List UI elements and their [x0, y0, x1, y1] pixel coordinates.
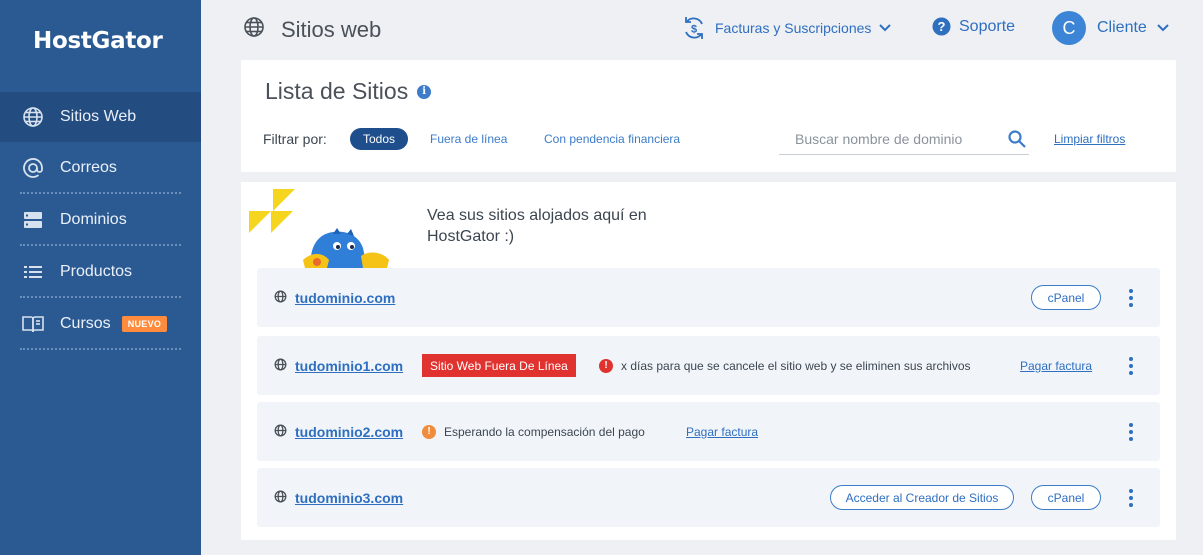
site-row: tudominio2.com ! Esperando la compensaci…	[257, 402, 1160, 461]
site-domain-link[interactable]: tudominio1.com	[295, 358, 403, 374]
svg-text:$: $	[691, 24, 697, 36]
warning-icon: !	[422, 424, 436, 439]
sites-card: Vea sus sitios alojados aquí en HostGato…	[241, 182, 1176, 540]
support-link[interactable]: ? Soporte	[932, 17, 1015, 36]
status-badge: Sitio Web Fuera De Línea	[422, 354, 576, 377]
page-title: Sitios web	[243, 16, 381, 44]
gator-mascot-illustration	[303, 228, 389, 268]
decorative-triangles	[249, 189, 295, 233]
site-row: tudominio.com cPanel	[257, 268, 1160, 327]
sidebar-item-correos[interactable]: Correos	[0, 142, 201, 194]
site-row: tudominio3.com Acceder al Creador de Sit…	[257, 468, 1160, 527]
globe-icon	[274, 290, 287, 308]
sidebar-item-label: Sitios Web	[60, 108, 137, 125]
new-badge: NUEVO	[121, 316, 168, 332]
book-icon	[21, 312, 45, 336]
error-icon: !	[599, 358, 613, 373]
payment-pending-text: Esperando la compensación del pago	[444, 424, 645, 439]
sidebar: HostGator Sitios Web Correos Dominios Pr…	[0, 0, 201, 555]
top-bar: Sitios web $ Facturas y Suscripciones ? …	[201, 0, 1203, 58]
site-builder-button[interactable]: Acceder al Creador de Sitios	[830, 485, 1014, 510]
page-title-text: Sitios web	[281, 17, 382, 42]
pay-invoice-link[interactable]: Pagar factura	[1020, 359, 1092, 373]
cpanel-button[interactable]: cPanel	[1031, 485, 1101, 510]
sidebar-item-label: Dominios	[60, 211, 127, 228]
user-menu[interactable]: C Cliente	[1052, 11, 1169, 45]
site-list-filter-card: Lista de Sitios i Filtrar por: Todos Fue…	[241, 60, 1176, 172]
site-domain-link[interactable]: tudominio.com	[295, 290, 395, 306]
more-options-icon[interactable]	[1128, 488, 1134, 507]
filter-label: Filtrar por:	[263, 131, 327, 147]
sidebar-item-dominios[interactable]: Dominios	[0, 194, 201, 246]
sidebar-item-productos[interactable]: Productos	[0, 246, 201, 298]
avatar: C	[1052, 11, 1086, 45]
sidebar-nav: Sitios Web Correos Dominios Productos Cu…	[0, 92, 201, 350]
sidebar-item-label: Correos	[60, 159, 117, 176]
filter-chip-offline[interactable]: Fuera de línea	[417, 128, 520, 150]
more-options-icon[interactable]	[1128, 288, 1134, 307]
support-label: Soporte	[959, 17, 1016, 35]
user-label: Cliente	[1097, 19, 1147, 36]
more-options-icon[interactable]	[1128, 356, 1134, 375]
promo-text: Vea sus sitios alojados aquí en HostGato…	[427, 207, 647, 245]
domain-search	[779, 124, 1029, 155]
site-domain-link[interactable]: tudominio3.com	[295, 490, 403, 506]
site-list-title: Lista de Sitios i	[265, 78, 432, 105]
globe-icon	[243, 16, 265, 44]
site-row: tudominio1.com Sitio Web Fuera De Línea …	[257, 336, 1160, 395]
search-icon[interactable]	[1008, 130, 1026, 148]
chevron-down-icon	[1157, 24, 1169, 32]
list-icon	[21, 260, 45, 284]
server-icon	[21, 208, 45, 232]
billing-label: Facturas y Suscripciones	[715, 20, 872, 36]
globe-icon	[274, 490, 287, 508]
site-domain-link[interactable]: tudominio2.com	[295, 424, 403, 440]
divider	[20, 348, 181, 350]
help-icon: ?	[932, 17, 951, 36]
at-icon	[21, 156, 45, 180]
cancellation-warning-text: x días para que se cancele el sitio web …	[621, 358, 971, 373]
hostgator-logo[interactable]: HostGator	[33, 28, 163, 54]
billing-menu[interactable]: $ Facturas y Suscripciones	[681, 15, 892, 41]
info-icon[interactable]: i	[417, 84, 432, 99]
globe-icon	[274, 358, 287, 376]
clear-filters-link[interactable]: Limpiar filtros	[1054, 132, 1125, 146]
site-list-title-text: Lista de Sitios	[265, 78, 409, 104]
sidebar-item-cursos[interactable]: Cursos NUEVO	[0, 298, 201, 350]
sidebar-item-sitios-web[interactable]: Sitios Web	[0, 92, 201, 142]
billing-refresh-icon: $	[681, 15, 707, 41]
pay-invoice-link[interactable]: Pagar factura	[686, 425, 758, 439]
more-options-icon[interactable]	[1128, 422, 1134, 441]
svg-text:?: ?	[938, 19, 946, 34]
search-input[interactable]	[795, 131, 1000, 147]
chevron-down-icon	[879, 24, 892, 32]
globe-icon	[274, 424, 287, 442]
cpanel-button[interactable]: cPanel	[1031, 285, 1101, 310]
sidebar-item-label: Productos	[60, 263, 133, 280]
filter-chip-todos[interactable]: Todos	[350, 128, 409, 150]
globe-icon	[21, 105, 45, 129]
sidebar-item-label: Cursos	[60, 315, 111, 332]
filter-chip-financial[interactable]: Con pendencia financiera	[531, 128, 693, 150]
